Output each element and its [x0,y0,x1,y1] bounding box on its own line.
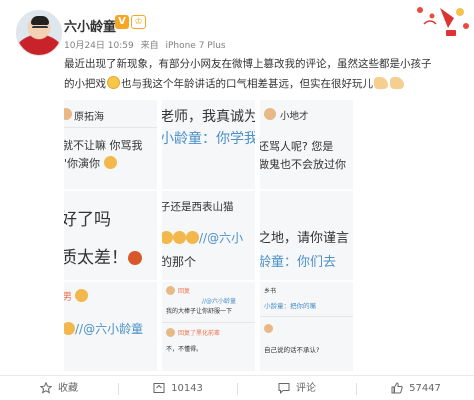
repost-button[interactable]: 10143 [119,376,237,400]
grid-image-5[interactable]: 子还是西表山猫 //@六小 的那个 [162,191,255,280]
tile4-text1: 好了吗 [64,210,111,230]
divider [64,127,157,128]
angry-emoji-icon [128,251,142,265]
divider [162,322,255,323]
tile6-text2: 龄童：你们去 [260,255,337,270]
tile5-text1: 子还是西表山猫 [162,201,234,213]
emoji-icon [75,289,89,302]
mini-avatar [64,108,72,120]
tile2-text2: 小龄童：你学我 [162,131,255,147]
tile3-name: 小地才 [280,111,309,122]
grid-image-7[interactable]: 男 //@六小龄童 [64,282,157,371]
tile8-text1: 我的大棒子让你舒服一下 [166,308,233,315]
emoji-icon [173,231,186,244]
comment-label: 评论 [296,383,316,394]
tile4-text2-label: 质太差！ [64,248,128,268]
weibo-post: 六小龄童 V ♔ 10月24日 10:59 来自 iPhone 7 Plus 最… [0,0,474,400]
mini-avatar [166,328,175,337]
post-text-line2: 的小把戏 也与我这个年龄讲话的口气相差甚远，但实在很好玩儿 [64,74,466,94]
repost-icon [153,383,165,393]
comment-button[interactable]: 评论 [238,376,356,400]
tile3-text2: 做鬼也不会放过你 [260,158,346,171]
laughing-emoji-icon [107,76,120,89]
mini-avatar [166,286,175,295]
tile8-label2: 回复了黑化前辈 [178,330,221,337]
like-icon [391,382,403,394]
tile8-text2: 不，不懂得。 [166,346,203,353]
tile1-text2: "你演你 [64,155,117,171]
tile9-text1: 小龄童：把你的嘴 [264,302,316,310]
post-meta: 10月24日 10:59 来自 iPhone 7 Plus [64,38,230,51]
tile5-text3: 的那个 [162,255,197,269]
grid-image-9[interactable]: 乡书 小龄童：把你的嘴 自己说的话不承认? [260,282,353,371]
thumbs-up-emoji-icon [374,77,388,89]
tile2-text1: 老师，我真诚为 [162,109,255,125]
tile7-mention: //@六小龄童 [75,322,144,336]
grid-image-6[interactable]: 之地，请你谨言 龄童：你们去 [260,191,353,280]
grid-image-1[interactable]: 原拓海 就不让嘛 你骂我 "你演你 [64,100,157,189]
like-count: 57447 [409,383,441,394]
like-button[interactable]: 57447 [357,376,474,400]
action-bar: 收藏 10143 评论 57447 [0,375,474,400]
post-text-line2-b: 也与我这个年龄讲话的口气相差甚远，但实在很好玩儿 [121,78,373,90]
grid-image-3[interactable]: 小地才 还骂人呢? 您是 做鬼也不会放过你 [260,100,353,189]
tile1-text2-label: "你演你 [64,157,101,170]
vip-badge-icon: ♔ [131,15,146,29]
favorite-label: 收藏 [58,383,78,394]
emoji-icon [162,231,173,244]
divider [260,316,353,317]
avatar[interactable] [16,10,62,56]
image-grid: 原拓海 就不让嘛 你骂我 "你演你 老师，我真诚为 小龄童：你学我 小地才 还骂… [64,100,354,371]
grid-image-2[interactable]: 老师，我真诚为 小龄童：你学我 [162,100,255,189]
verified-badge-icon: V [115,15,129,29]
tile5-mention: //@六小 [199,231,244,245]
squirrel-emoji-icon [64,322,75,335]
mini-avatar [264,324,273,333]
grid-image-4[interactable]: 好了吗 质太差！ [64,191,157,280]
source-prefix: 来自 [140,41,159,51]
post-header: 六小龄童 V ♔ 10月24日 10:59 来自 iPhone 7 Plus [0,0,474,56]
squirrel-emoji-icon [103,156,117,169]
tile7-name: 男 [64,288,89,303]
post-text-line2-a: 的小把戏 [64,78,106,90]
repost-count: 10143 [171,383,203,394]
comment-icon [278,383,290,394]
fist-emoji-icon [390,77,404,89]
grid-image-8[interactable]: 回复 //@六小龄童 我的大棒子让你舒服一下 回复了黑化前辈 不，不懂得。 [162,282,255,371]
tile6-text1: 之地，请你谨言 [260,231,350,246]
tile3-text1: 还骂人呢? 您是 [260,140,334,153]
tile7-text1: //@六小龄童 [64,320,143,337]
tile7-name-label: 男 [64,292,72,303]
post-text-line1: 最近出现了新现象，有部分小网友在微博上篡改我的评论，虽然这些都是小孩子 [64,58,432,70]
mini-avatar [264,108,276,120]
tile9-name: 乡书 [264,288,277,295]
tile4-text2: 质太差！ [64,243,142,268]
tile8-label1: 回复 [178,288,191,295]
author-name[interactable]: 六小龄童 [64,16,116,35]
festive-decoration-icon [417,7,469,36]
tile1-name: 原拓海 [74,112,104,123]
tile8-mention: //@六小龄童 [202,298,237,305]
tile1-text1: 就不让嘛 你骂我 [64,139,143,152]
post-source: iPhone 7 Plus [165,41,226,51]
tile9-text2: 自己说的话不承认? [264,346,320,354]
favorite-button[interactable]: 收藏 [0,376,118,400]
star-icon [39,381,53,394]
tile5-text2: //@六小 [162,229,243,246]
emoji-icon [186,231,199,244]
post-text: 最近出现了新现象，有部分小网友在微博上篡改我的评论，虽然这些都是小孩子 的小把戏… [64,54,466,94]
post-date[interactable]: 10月24日 10:59 [64,41,134,51]
